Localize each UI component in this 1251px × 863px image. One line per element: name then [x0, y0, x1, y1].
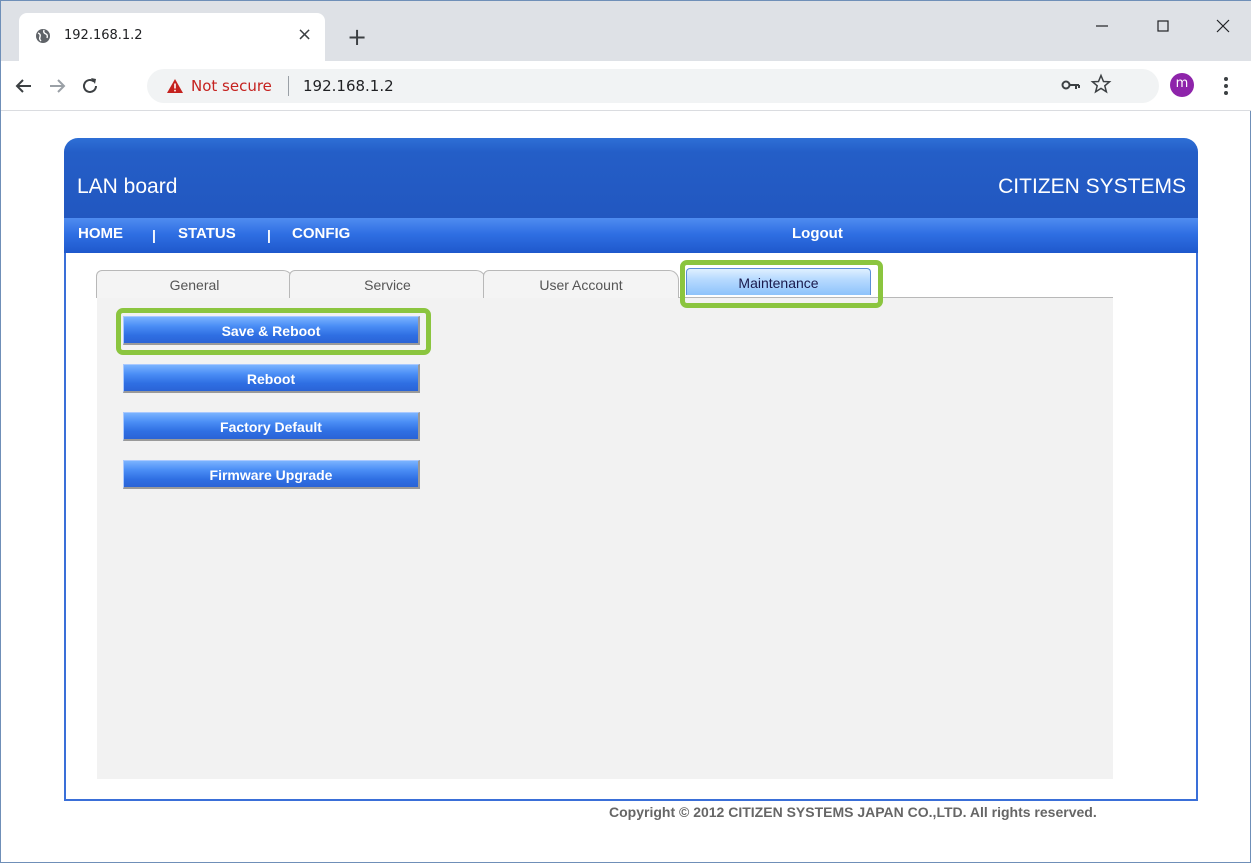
close-window-icon[interactable]: [1208, 11, 1238, 41]
tab-strip: 192.168.1.2 × +: [1, 0, 1251, 62]
nav-separator: |: [267, 227, 271, 243]
firmware-upgrade-button[interactable]: Firmware Upgrade: [123, 460, 420, 489]
globe-icon: [36, 29, 50, 43]
minimize-icon[interactable]: [1087, 11, 1117, 41]
nav-config-link[interactable]: CONFIG: [292, 225, 350, 242]
more-menu-icon[interactable]: [1219, 74, 1233, 98]
back-icon[interactable]: [13, 75, 35, 97]
tab-title: 192.168.1.2: [64, 28, 143, 43]
profile-avatar[interactable]: m: [1170, 73, 1194, 97]
reload-icon[interactable]: [79, 75, 101, 97]
app-title: LAN board: [77, 175, 178, 198]
factory-default-button[interactable]: Factory Default: [123, 412, 420, 441]
browser-toolbar: Not secure 192.168.1.2 m: [1, 61, 1251, 111]
brand-name: CITIZEN SYSTEMS: [998, 175, 1186, 198]
new-tab-button[interactable]: +: [347, 25, 367, 49]
bookmark-star-icon[interactable]: [1090, 73, 1112, 95]
reboot-button[interactable]: Reboot: [123, 364, 420, 393]
tab-general[interactable]: General: [96, 270, 293, 298]
page-header: LAN board CITIZEN SYSTEMS: [64, 138, 1198, 218]
browser-tab[interactable]: 192.168.1.2 ×: [19, 13, 325, 62]
tab-user-account[interactable]: User Account: [483, 270, 679, 298]
warning-icon: [167, 79, 183, 93]
close-tab-icon[interactable]: ×: [297, 26, 312, 44]
nav-home-link[interactable]: HOME: [78, 225, 123, 242]
maximize-icon[interactable]: [1148, 11, 1178, 41]
key-icon[interactable]: [1061, 78, 1081, 92]
tab-service[interactable]: Service: [289, 270, 486, 298]
address-bar[interactable]: Not secure 192.168.1.2: [147, 69, 1159, 103]
nav-status-link[interactable]: STATUS: [178, 225, 236, 242]
url-divider: [288, 76, 289, 96]
logout-link[interactable]: Logout: [792, 225, 843, 242]
url-text[interactable]: 192.168.1.2: [303, 77, 394, 95]
browser-window: 192.168.1.2 × + Not secure 192.168.1.2 m…: [0, 0, 1251, 863]
security-status[interactable]: Not secure: [191, 77, 272, 95]
nav-separator: |: [152, 227, 156, 243]
save-reboot-button[interactable]: Save & Reboot: [123, 316, 420, 345]
main-nav: HOME | STATUS | CONFIG Logout: [64, 218, 1198, 253]
forward-icon[interactable]: [46, 75, 68, 97]
copyright-text: Copyright © 2012 CITIZEN SYSTEMS JAPAN C…: [609, 804, 1097, 820]
tab-maintenance[interactable]: Maintenance: [686, 268, 871, 295]
